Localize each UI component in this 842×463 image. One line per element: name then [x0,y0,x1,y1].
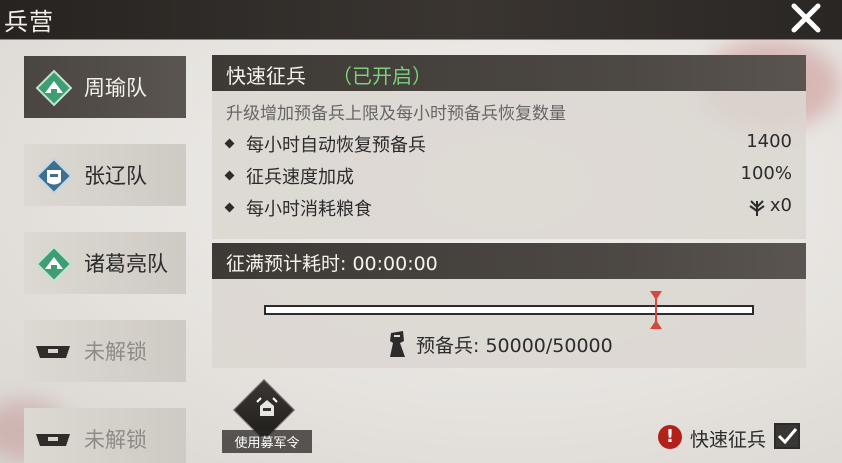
status-label: （已开启） [332,64,432,88]
team-tab-zhugeliang[interactable]: 诸葛亮队 [24,232,186,294]
soldier-icon [390,331,405,357]
stat-row: 每小时自动恢复预备兵 1400 [224,131,792,157]
team-label: 未解锁 [84,340,147,364]
quick-conscription-checkbox[interactable] [774,423,800,449]
quick-conscription-panel: 快速征兵 （已开启） 升级增加预备兵上限及每小时预备兵恢复数量 每小时自动恢复预… [212,55,806,239]
bullet-icon [224,202,235,213]
team-tab-locked-1[interactable]: 未解锁 [24,320,186,382]
tent-badge-icon [35,245,73,283]
team-label: 张辽队 [84,164,147,188]
estimated-time-label: 征满预计耗时: 00:00:00 [226,253,438,275]
page-title: 兵营 [4,8,54,36]
warning-icon: ! [658,425,682,449]
stat-row: 征兵速度加成 100% [224,163,792,189]
stat-label: 每小时自动恢复预备兵 [246,135,426,156]
stat-value: 100% [740,163,792,184]
team-label: 诸葛亮队 [84,252,168,276]
reserve-count: 预备兵: 50000/50000 [416,335,613,357]
lock-icon [36,346,70,358]
panel-description: 升级增加预备兵上限及每小时预备兵恢复数量 [226,104,566,124]
stat-label: 征兵速度加成 [246,167,354,188]
progress-marker[interactable] [649,290,663,330]
stat-row: 每小时消耗粮食 x0 [224,195,792,221]
window-header: 兵营 [0,0,842,40]
soldier-helmet-icon [256,397,278,416]
stat-label: 每小时消耗粮食 [246,199,372,220]
team-label: 周瑜队 [84,76,147,100]
close-icon [791,3,821,33]
checkmark-icon [777,428,798,445]
progress-fill [266,307,752,313]
bullet-icon [224,170,235,181]
helmet-badge-icon [35,157,73,195]
bullet-icon [224,138,235,149]
team-tab-locked-2[interactable]: 未解锁 [24,408,186,463]
grain-icon [749,200,765,216]
close-button[interactable] [788,0,824,36]
conscription-progress-panel: 征满预计耗时: 00:00:00 预备兵: 50000/50000 [212,243,806,368]
quick-conscription-toggle[interactable]: ! 快速征兵 [658,423,808,451]
stat-value: 1400 [746,131,792,152]
use-recruit-order-button[interactable]: 使用募军令 [222,378,312,454]
tent-badge-icon [35,69,73,107]
progress-bar [264,305,754,315]
panel-header: 快速征兵 （已开启） [212,55,806,91]
team-tab-zhouyu[interactable]: 周瑜队 [24,56,186,118]
use-recruit-order-label: 使用募军令 [222,430,312,453]
panel-header: 征满预计耗时: 00:00:00 [212,243,806,279]
lock-icon [36,434,70,446]
stat-value: x0 [769,195,792,216]
quick-conscription-label: 快速征兵 [690,429,767,451]
team-tab-zhangliao[interactable]: 张辽队 [24,144,186,206]
panel-title: 快速征兵 [226,64,306,88]
team-label: 未解锁 [84,428,147,452]
